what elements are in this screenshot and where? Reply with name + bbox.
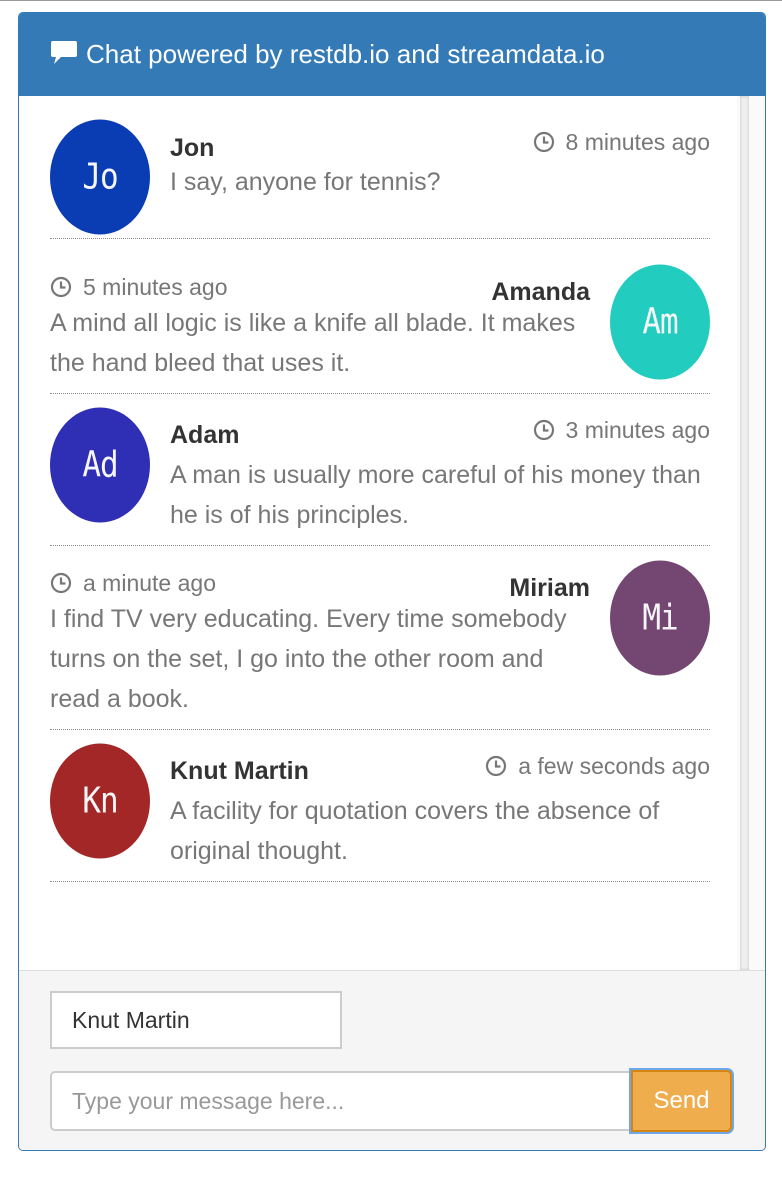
panel-heading: Chat powered by restdb.io and streamdata… (19, 13, 765, 96)
avatar: Am (610, 264, 710, 380)
message-timestamp: 8 minutes ago (533, 127, 710, 157)
clock-icon (486, 755, 507, 777)
chat-message: Ad Adam 3 minutes ago A man is usually m… (50, 403, 710, 546)
chat-panel: Chat powered by restdb.io and streamdata… (18, 12, 766, 1151)
avatar: Jo (50, 119, 150, 235)
send-button[interactable]: Send (631, 1070, 732, 1132)
timestamp-text: a few seconds ago (518, 752, 710, 779)
message-text: A facility for quotation covers the abse… (170, 797, 660, 865)
message-timestamp: a minute ago (50, 568, 216, 598)
message-author: Jon (170, 134, 215, 162)
message-author: Knut Martin (170, 757, 309, 785)
chat-message: Kn Knut Martin a few seconds ago A facil… (50, 739, 710, 882)
panel-title: Chat powered by restdb.io and streamdata… (86, 39, 605, 69)
clock-icon (50, 572, 72, 594)
clock-icon (50, 276, 72, 298)
timestamp-text: 5 minutes ago (83, 273, 228, 300)
timestamp-text: 8 minutes ago (565, 128, 710, 155)
timestamp-text: 3 minutes ago (565, 416, 710, 443)
message-text: I find TV very educating. Every time som… (50, 605, 567, 713)
clock-icon (533, 419, 554, 441)
avatar: Mi (610, 560, 710, 676)
message-input[interactable] (50, 1071, 634, 1131)
username-input[interactable] (50, 991, 342, 1049)
avatar: Kn (50, 743, 150, 859)
chat-message: Jo Jon 8 minutes ago I say, anyone for t… (50, 119, 710, 239)
top-divider (0, 0, 782, 1)
chat-messages-list[interactable]: Jo Jon 8 minutes ago I say, anyone for t… (19, 96, 765, 970)
message-text: A mind all logic is like a knife all bla… (50, 309, 576, 377)
message-author: Adam (170, 421, 240, 449)
chat-message: Am Amanda 5 minutes ago A mind all logic… (50, 258, 710, 394)
timestamp-text: a minute ago (83, 569, 216, 596)
scrollbar-thumb[interactable] (740, 96, 749, 970)
panel-footer: Send (19, 970, 765, 1150)
chat-message: Mi Miriam a minute ago I find TV very ed… (50, 555, 710, 730)
message-text: A man is usually more careful of his mon… (170, 461, 701, 529)
avatar: Ad (50, 407, 150, 523)
message-timestamp: 5 minutes ago (50, 272, 227, 302)
message-text: I say, anyone for tennis? (170, 168, 441, 196)
clock-icon (533, 131, 554, 153)
message-timestamp: 3 minutes ago (533, 415, 710, 445)
comment-icon (51, 41, 77, 64)
message-timestamp: a few seconds ago (485, 751, 710, 781)
